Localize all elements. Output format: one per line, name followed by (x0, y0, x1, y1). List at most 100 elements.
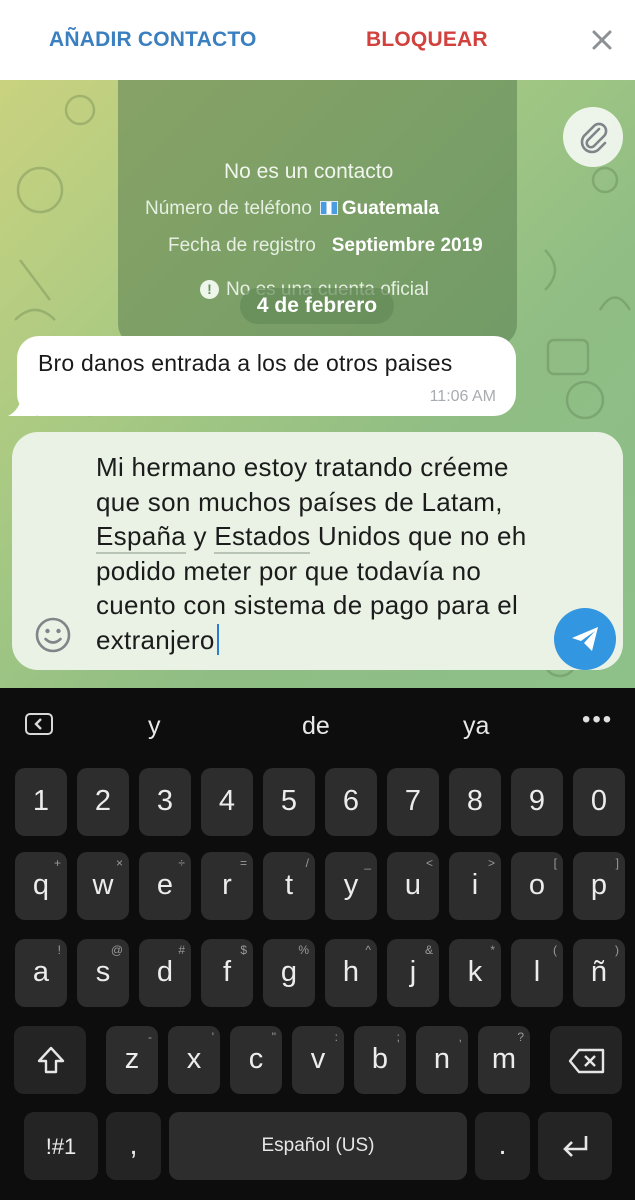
key-z[interactable]: z- (106, 1026, 158, 1094)
key-label: 3 (156, 785, 174, 817)
key-secondary-label: = (239, 856, 247, 870)
key-u[interactable]: u < (387, 852, 439, 920)
key-w[interactable]: w × (77, 852, 129, 920)
key-r[interactable]: r = (201, 852, 253, 920)
key-5[interactable]: 5 (263, 768, 315, 836)
key-label: j (409, 956, 417, 988)
key-4[interactable]: 4 (201, 768, 253, 836)
add-contact-button[interactable]: AÑADIR CONTACTO (49, 28, 257, 52)
key-n[interactable]: n, (416, 1026, 468, 1094)
key-secondary-label: - (148, 1030, 152, 1044)
key-label: i (471, 869, 479, 901)
key-m[interactable]: m? (478, 1026, 530, 1094)
key-secondary-label: ' (211, 1030, 214, 1044)
key-c[interactable]: c " (230, 1026, 282, 1094)
more-options-icon[interactable]: ••• (582, 706, 613, 734)
key-label: t (284, 869, 294, 901)
registration-value: Septiembre 2019 (331, 235, 483, 256)
key-y[interactable]: y _ (325, 852, 377, 920)
key-label: v (310, 1043, 326, 1075)
key-label: 6 (342, 785, 360, 817)
spellcheck-word: Estados (214, 521, 311, 554)
message-input[interactable]: Mi hermano estoy tratando créeme que son… (96, 450, 566, 657)
key-d[interactable]: d # (139, 939, 191, 1007)
key-secondary-label: × (115, 856, 123, 870)
suggestion-3[interactable]: ya (463, 712, 489, 741)
key-secondary-label: < (425, 856, 433, 870)
key-ñ[interactable]: ñ) (573, 939, 625, 1007)
phone-label: Número de teléfono (145, 198, 312, 219)
attach-button[interactable] (563, 107, 623, 167)
message-text: Bro danos entrada a los de otros paises (38, 350, 453, 376)
key-6[interactable]: 6 (325, 768, 377, 836)
shift-key[interactable] (14, 1026, 86, 1094)
send-button[interactable] (554, 608, 616, 670)
key-secondary-label: : (334, 1030, 338, 1044)
backspace-key[interactable] (550, 1026, 622, 1094)
input-line: que son muchos países de Latam, (96, 486, 503, 517)
key-label: d (156, 956, 174, 988)
key-secondary-label: ! (57, 943, 61, 957)
period-key[interactable]: . (475, 1112, 530, 1180)
key-s[interactable]: s @ (77, 939, 129, 1007)
send-icon (572, 627, 598, 651)
key-secondary-label: * (490, 943, 495, 957)
key-label: 1 (32, 785, 50, 817)
key-secondary-label: ( (553, 943, 557, 957)
key-v[interactable]: v: (292, 1026, 344, 1094)
enter-key[interactable] (538, 1112, 612, 1180)
block-button[interactable]: BLOQUEAR (366, 28, 488, 52)
key-e[interactable]: e ÷ (139, 852, 191, 920)
key-label: c (248, 1043, 264, 1075)
key-0[interactable]: 0 (573, 768, 625, 836)
key-secondary-label: ; (396, 1030, 400, 1044)
key-x[interactable]: x ' (168, 1026, 220, 1094)
key-label: ñ (590, 956, 608, 988)
key-label: o (528, 869, 546, 901)
suggestion-1[interactable]: y (148, 712, 161, 741)
incoming-message[interactable]: Bro danos entrada a los de otros paises … (17, 336, 516, 416)
key-9[interactable]: 9 (511, 768, 563, 836)
key-f[interactable]: f $ (201, 939, 253, 1007)
key-k[interactable]: k * (449, 939, 501, 1007)
key-l[interactable]: l( (511, 939, 563, 1007)
symbols-key[interactable]: !#1 (24, 1112, 98, 1180)
phone-row: Número de teléfono Guatemala (145, 198, 439, 220)
key-secondary-label: [ (553, 856, 557, 870)
key-b[interactable]: b; (354, 1026, 406, 1094)
key-j[interactable]: j & (387, 939, 439, 1007)
close-icon[interactable] (586, 24, 618, 56)
comma-key-label: , (129, 1129, 138, 1161)
space-key[interactable]: Español (US) (169, 1112, 467, 1180)
message-time: 11:06 AM (429, 388, 496, 405)
comma-key[interactable]: , (106, 1112, 161, 1180)
key-i[interactable]: i > (449, 852, 501, 920)
input-line: cuento con sistema de pago para el (96, 590, 519, 620)
key-t[interactable]: t / (263, 852, 315, 920)
key-label: w (92, 869, 114, 901)
chat-area[interactable]: No es un contacto Número de teléfono Guat… (0, 80, 635, 688)
key-label: a (32, 956, 50, 988)
message-composer[interactable]: Mi hermano estoy tratando créeme que son… (12, 432, 623, 670)
key-p[interactable]: p] (573, 852, 625, 920)
emoji-icon[interactable] (33, 615, 73, 655)
key-3[interactable]: 3 (139, 768, 191, 836)
key-1[interactable]: 1 (15, 768, 67, 836)
key-2[interactable]: 2 (77, 768, 129, 836)
key-g[interactable]: g% (263, 939, 315, 1007)
key-a[interactable]: a! (15, 939, 67, 1007)
key-o[interactable]: o[ (511, 852, 563, 920)
key-secondary-label: _ (364, 856, 371, 870)
key-7[interactable]: 7 (387, 768, 439, 836)
key-8[interactable]: 8 (449, 768, 501, 836)
suggestion-2[interactable]: de (302, 712, 330, 741)
key-label: s (95, 956, 111, 988)
key-label: n (433, 1043, 451, 1075)
input-line: España y Estados Unidos que no eh (96, 519, 566, 554)
key-label: p (590, 869, 608, 901)
chevron-left-icon (34, 718, 42, 730)
key-q[interactable]: q + (15, 852, 67, 920)
key-h[interactable]: h ^ (325, 939, 377, 1007)
key-label: f (222, 956, 232, 988)
keyboard-toolbar-back-icon[interactable] (25, 713, 53, 735)
